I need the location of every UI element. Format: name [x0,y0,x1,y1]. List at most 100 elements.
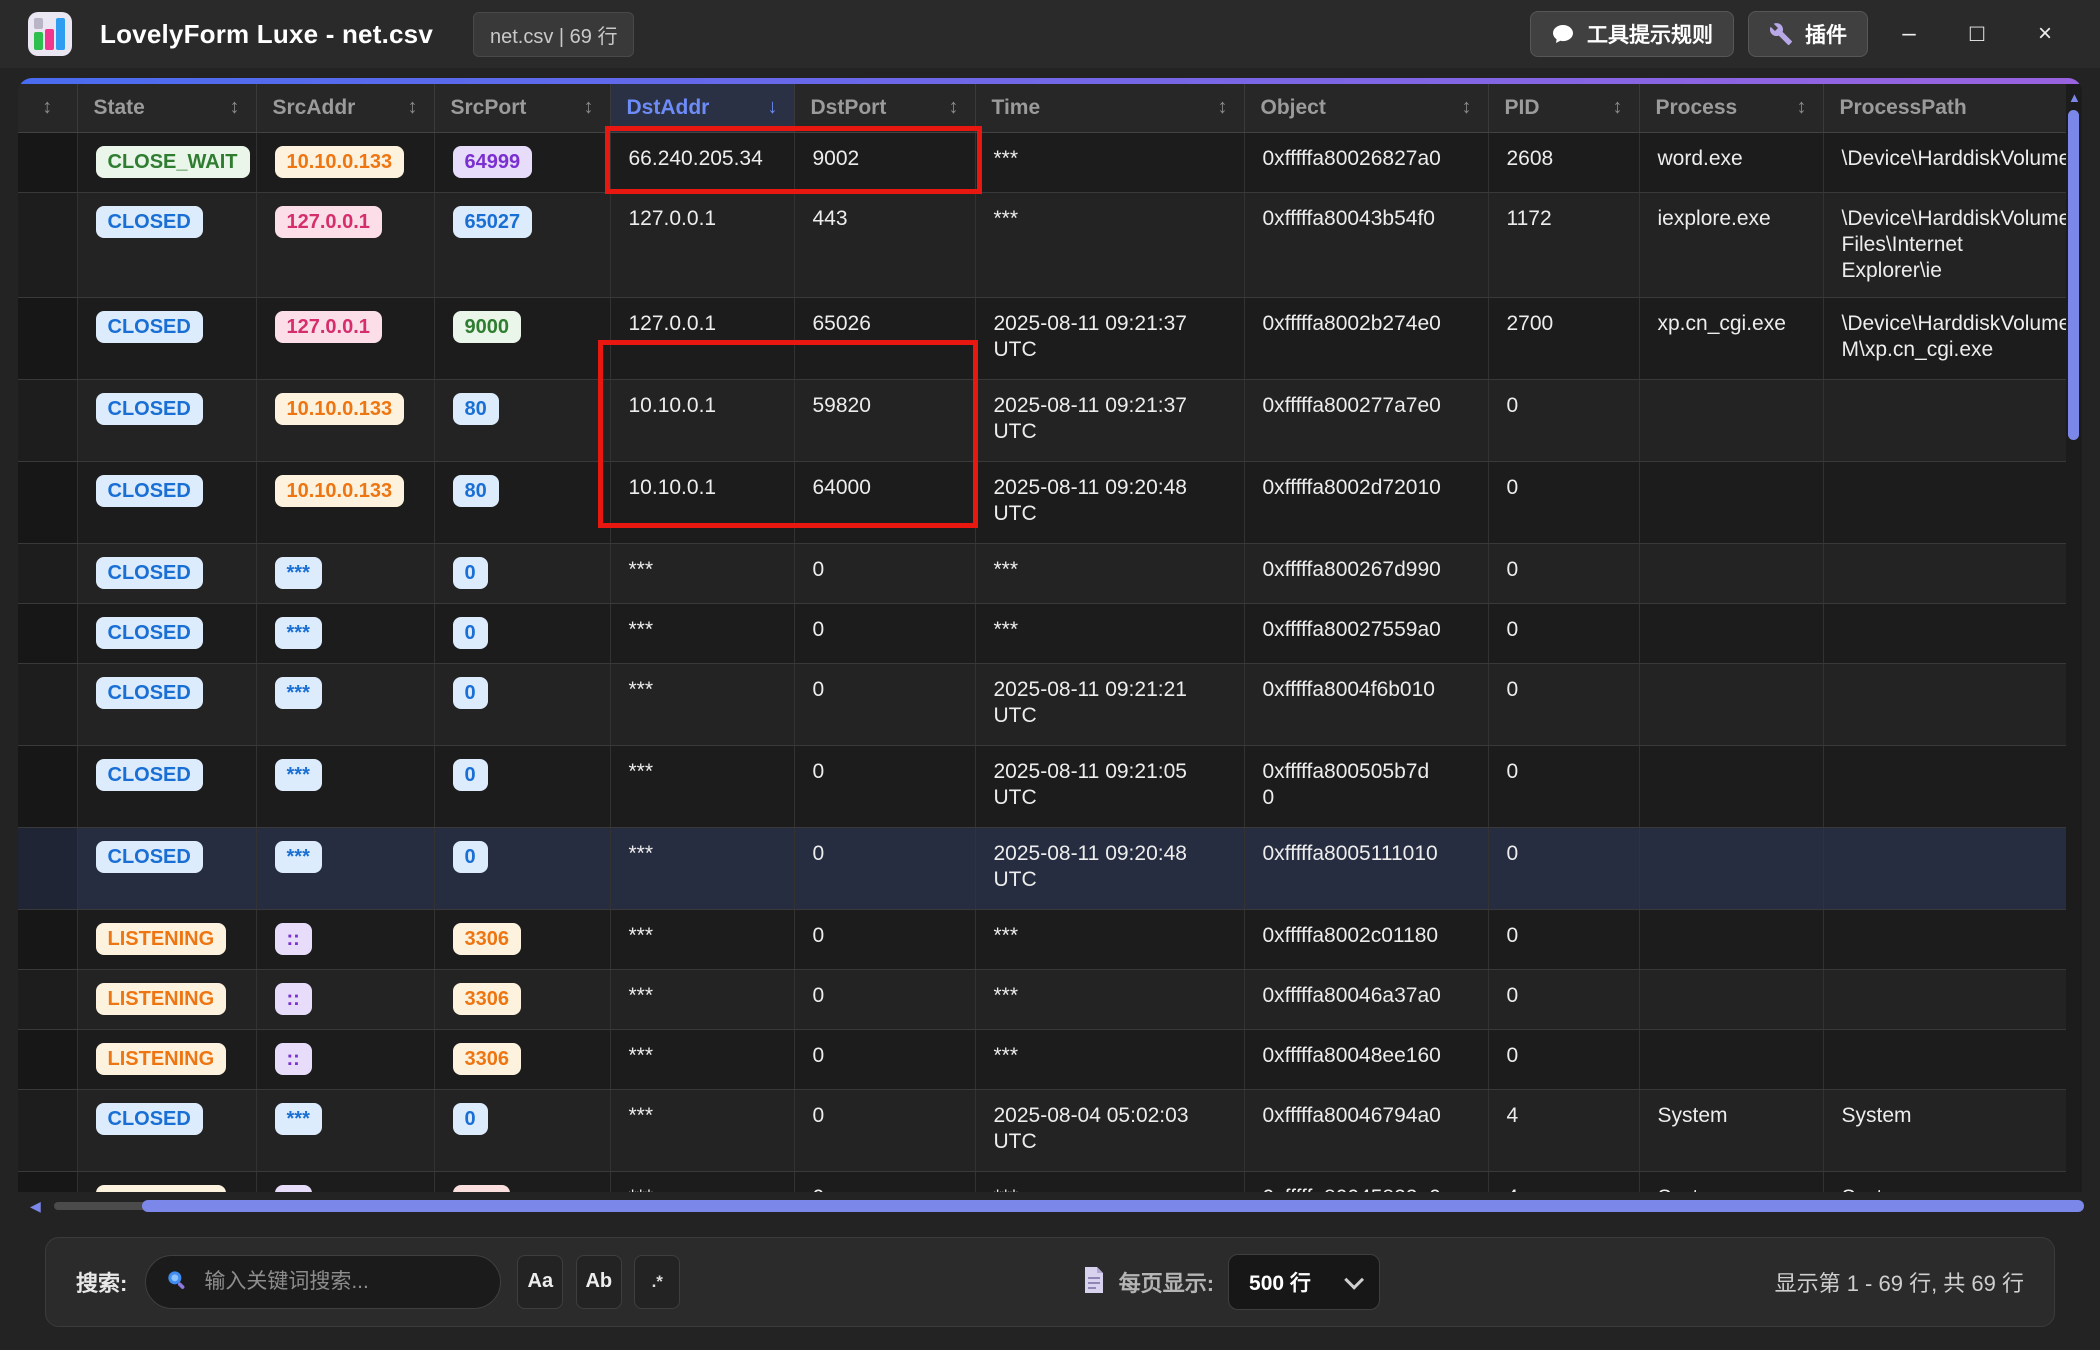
cell-dstport: 0 [794,543,975,603]
column-header-time[interactable]: Time↕ [975,84,1244,132]
column-header-processpath[interactable]: ProcessPath [1823,84,2066,132]
value-badge-blue: 0 [453,759,488,791]
table-viewport: ↕State↕SrcAddr↕SrcPort↕DstAddr↓DstPort↕T… [18,84,2066,1192]
row-grip-cell[interactable] [18,192,77,297]
cell-dstaddr: *** [610,543,794,603]
per-page-group: 每页显示: 500 行 [1083,1254,1380,1310]
row-grip-cell[interactable] [18,827,77,909]
cell-srcaddr: 10.10.0.133 [256,379,434,461]
minimize-button[interactable]: – [1882,11,1936,57]
row-grip-cell[interactable] [18,663,77,745]
value-badge-blue: 0 [453,1103,488,1135]
cell-time: 2025-08-11 09:21:37 UTC [975,379,1244,461]
sort-toggle-icon: ↕ [230,96,240,119]
cell-state: CLOSED [77,543,256,603]
regex-button[interactable]: .* [634,1255,680,1309]
cell-processpath [1823,745,2066,827]
document-icon [1083,1266,1105,1299]
table-row[interactable]: LISTENING::445***0***0xfffffa80045822e04… [18,1171,2066,1192]
table-row[interactable]: CLOSED10.10.0.1338010.10.0.1598202025-08… [18,379,2066,461]
table-row[interactable]: CLOSED***0***02025-08-11 09:21:05 UTC0xf… [18,745,2066,827]
table-row[interactable]: LISTENING::3306***0***0xfffffa8002c01180… [18,909,2066,969]
column-header-grip[interactable]: ↕ [18,84,77,132]
search-input[interactable] [202,1269,482,1295]
maximize-button[interactable]: □ [1950,11,2004,57]
column-label: DstAddr [627,96,710,120]
table-row[interactable]: CLOSED127.0.0.19000127.0.0.1650262025-08… [18,297,2066,379]
table-row[interactable]: CLOSED127.0.0.165027127.0.0.1443***0xfff… [18,192,2066,297]
cell-processpath: System [1823,1089,2066,1171]
sort-toggle-icon: ↕ [584,96,594,119]
cell-srcport: 9000 [434,297,610,379]
scroll-up-arrow-icon[interactable]: ▲ [2068,90,2081,105]
row-grip-cell[interactable] [18,297,77,379]
row-grip-cell[interactable] [18,1029,77,1089]
close-button[interactable]: × [2018,11,2072,57]
row-grip-cell[interactable] [18,969,77,1029]
match-word-button[interactable]: Ab [576,1255,622,1309]
row-grip-cell[interactable] [18,543,77,603]
cell-dstaddr: *** [610,909,794,969]
column-header-dstaddr[interactable]: DstAddr ↓ [610,84,794,132]
cell-pid: 0 [1488,969,1639,1029]
cell-state: CLOSED [77,192,256,297]
column-header-process[interactable]: Process↕ [1639,84,1823,132]
table-row[interactable]: CLOSED***0***0***0xfffffa80027559a00 [18,603,2066,663]
page-size-select[interactable]: 500 行 [1228,1254,1380,1310]
row-grip-cell[interactable] [18,1171,77,1192]
cell-process: System [1639,1089,1823,1171]
cell-processpath [1823,909,2066,969]
value-badge-blue: 0 [453,677,488,709]
column-header-dstport[interactable]: DstPort↕ [794,84,975,132]
column-label: SrcPort [451,96,527,120]
row-grip-cell[interactable] [18,379,77,461]
row-grip-cell[interactable] [18,603,77,663]
cell-srcport: 3306 [434,909,610,969]
search-options: Aa Ab .* [517,1255,680,1310]
value-badge-blue: CLOSED [96,311,203,343]
row-grip-cell[interactable] [18,909,77,969]
column-header-srcaddr[interactable]: SrcAddr↕ [256,84,434,132]
app-window: LovelyForm Luxe - net.csv net.csv | 69 行… [0,0,2100,1350]
sort-toggle-icon: ↕ [408,96,418,119]
horizontal-scrollbar-thumb[interactable] [142,1200,2084,1212]
cell-time: 2025-08-11 09:20:48 UTC [975,827,1244,909]
tooltip-rules-button[interactable]: 工具提示规则 [1530,11,1734,57]
value-badge-blue: CLOSED [96,475,203,507]
cell-srcaddr: :: [256,1171,434,1192]
cell-pid: 0 [1488,543,1639,603]
table-row[interactable]: CLOSED***0***02025-08-11 09:21:21 UTC0xf… [18,663,2066,745]
table-row[interactable]: CLOSED10.10.0.1338010.10.0.1640002025-08… [18,461,2066,543]
column-header-state[interactable]: State↕ [77,84,256,132]
search-box[interactable] [145,1255,501,1309]
row-grip-cell[interactable] [18,1089,77,1171]
value-badge-orange: 3306 [453,1043,522,1075]
cell-srcport: 0 [434,663,610,745]
horizontal-scrollbar[interactable]: ◀ [30,1198,2086,1214]
cell-object: 0xfffffa80046a37a0 [1244,969,1488,1029]
row-grip-cell[interactable] [18,132,77,192]
cell-state: LISTENING [77,969,256,1029]
table-row[interactable]: LISTENING::3306***0***0xfffffa80048ee160… [18,1029,2066,1089]
cell-time: 2025-08-11 09:21:37 UTC [975,297,1244,379]
table-row[interactable]: LISTENING::3306***0***0xfffffa80046a37a0… [18,969,2066,1029]
row-grip-cell[interactable] [18,461,77,543]
table-row[interactable]: CLOSE_WAIT10.10.0.1336499966.240.205.349… [18,132,2066,192]
plugins-button[interactable]: 插件 [1748,11,1868,57]
vertical-scrollbar[interactable]: ▲ [2067,84,2081,1192]
column-header-object[interactable]: Object↕ [1244,84,1488,132]
row-grip-cell[interactable] [18,745,77,827]
table-row[interactable]: CLOSED***0***0***0xfffffa800267d9900 [18,543,2066,603]
column-header-srcport[interactable]: SrcPort ↕ [434,84,610,132]
match-case-button[interactable]: Aa [517,1255,563,1309]
cell-time: 2025-08-11 09:21:05 UTC [975,745,1244,827]
sort-desc-icon: ↓ [768,96,778,119]
cell-srcaddr: *** [256,543,434,603]
cell-srcaddr: *** [256,663,434,745]
table-row[interactable]: CLOSED***0***02025-08-11 09:20:48 UTC0xf… [18,827,2066,909]
column-header-pid[interactable]: PID↕ [1488,84,1639,132]
vertical-scrollbar-thumb[interactable] [2068,110,2079,440]
table-row[interactable]: CLOSED***0***02025-08-04 05:02:03 UTC0xf… [18,1089,2066,1171]
scroll-left-arrow-icon[interactable]: ◀ [30,1198,41,1214]
cell-processpath [1823,1029,2066,1089]
